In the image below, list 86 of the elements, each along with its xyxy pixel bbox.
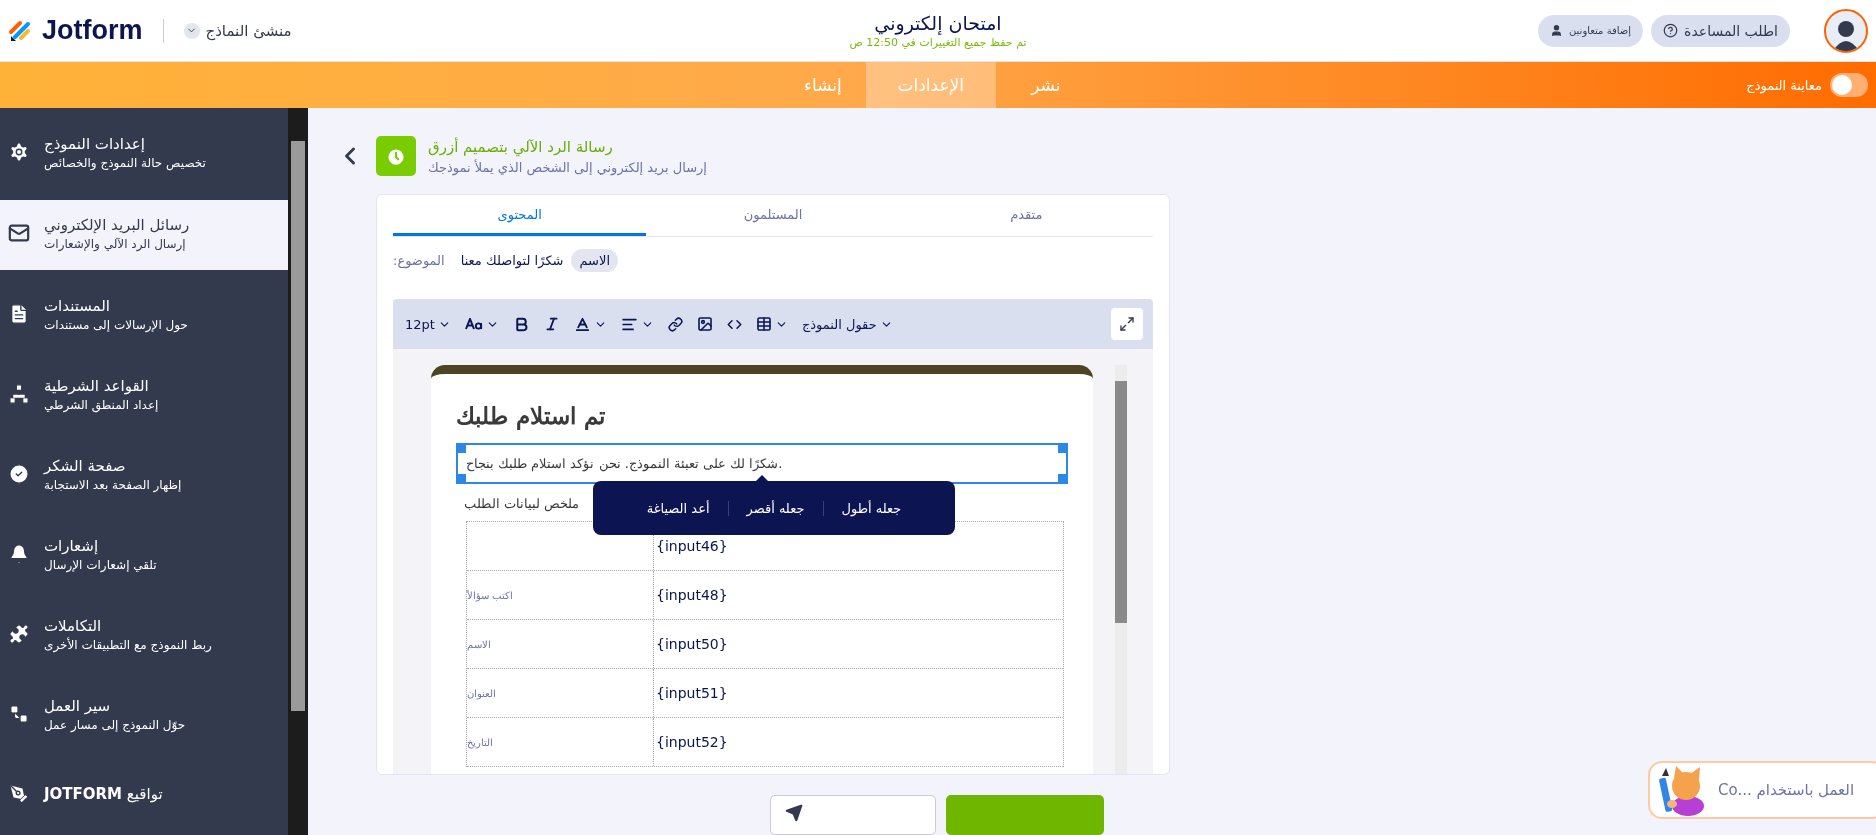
- help-button[interactable]: اطلب المساعدة: [1651, 14, 1790, 47]
- sidebar-item-title: إشعارات: [44, 536, 99, 555]
- subject-text: شكرًا لتواصلك معنا: [460, 252, 564, 268]
- expand-icon: [1119, 316, 1135, 332]
- sidebar-item[interactable]: المستندات حول الإرسالات إلى مستندات: [0, 276, 288, 356]
- table-cell-text: {input48}: [655, 586, 729, 605]
- sidebar-item-subtitle: ربط النموذج مع التطبيقات الأخرى: [44, 637, 212, 652]
- table-cell-text: {input50}: [655, 635, 729, 654]
- scrollbar-thumb[interactable]: [1115, 381, 1127, 623]
- add-collaborators-button[interactable]: إضافة متعاونين: [1537, 14, 1644, 47]
- sidebar-item[interactable]: إشعارات تلقي إشعارات الإرسال: [0, 516, 288, 596]
- help-icon: [1663, 23, 1679, 38]
- preview-heading: تم استلام طلبك: [456, 402, 606, 429]
- summary-heading: ملخص لبيانات الطلب: [463, 496, 580, 511]
- sidebar-item-title: سير العمل: [44, 696, 111, 715]
- email-subtitle: إرسال بريد إلكتروني إلى الشخص الذي يملأ نموذجك: [428, 159, 707, 175]
- field-chip[interactable]: الاسم: [571, 248, 619, 272]
- logo-text[interactable]: Jotform: [42, 15, 143, 46]
- table-cell-text: {input51}: [655, 684, 729, 703]
- table-cell-text: {input52}: [655, 733, 729, 752]
- sidebar-item[interactable]: القواعد الشرطية إعداد المنطق الشرطي: [0, 356, 288, 436]
- sidebar-item-subtitle: حوّل النموذج إلى مسار عمل: [44, 717, 186, 732]
- popup-action[interactable]: جعله أطول: [822, 500, 920, 516]
- workflow-icon: [8, 703, 30, 725]
- resize-handle[interactable]: [456, 443, 466, 453]
- sidebar-item-title: التكاملات: [44, 616, 102, 635]
- sidebar-item-title: المستندات: [44, 296, 110, 315]
- bell-icon: [8, 543, 30, 565]
- sidebar-item-subtitle: حول الإرسالات إلى مستندات: [44, 317, 188, 332]
- sidebar-item[interactable]: صفحة الشكر إظهار الصفحة بعد الاستجابة: [0, 436, 288, 516]
- font-size-dropdown[interactable]: 12pt: [403, 316, 453, 332]
- popup-action[interactable]: جعله أقصر: [727, 500, 823, 516]
- person-silhouette-icon: [1833, 18, 1859, 51]
- sidebar-item[interactable]: التكاملات ربط النموذج مع التطبيقات الأخرى: [0, 596, 288, 676]
- table-icon: [755, 316, 772, 332]
- product-menu[interactable]: منشئ النماذج: [183, 21, 292, 40]
- form-title: امتحان إلكتروني: [874, 12, 1002, 34]
- sidebar-item-title: إعدادات النموذج: [44, 134, 145, 153]
- scrollbar-thumb[interactable]: [291, 141, 305, 711]
- field-label: اكتب سؤالاً: [467, 589, 514, 601]
- sidebar-item-title: صفحة الشكر: [44, 456, 126, 475]
- pen-icon: [8, 783, 30, 805]
- resize-handle[interactable]: [1058, 474, 1068, 484]
- sidebar-item[interactable]: رسائل البريد الإلكتروني إرسال الرد الآلي والإشعارات: [0, 200, 288, 270]
- subject-label: الموضوع:: [393, 252, 445, 268]
- form-fields-dropdown[interactable]: حقول النموذج: [799, 316, 895, 332]
- sidebar-item-title: القواعد الشرطية: [44, 376, 149, 395]
- link-button[interactable]: [665, 316, 685, 332]
- resize-handle[interactable]: [1058, 443, 1068, 453]
- sidebar-item-subtitle: إظهار الصفحة بعد الاستجابة: [44, 477, 182, 492]
- settings-icon: [8, 141, 30, 163]
- expand-button[interactable]: [1111, 308, 1143, 340]
- sidebar-item[interactable]: إعدادات النموذج تخصيص حالة النموذج والخصائص: [0, 114, 288, 194]
- save-status: تم حفظ جميع التغييرات في 12:50 ص: [849, 36, 1027, 49]
- sidebar-item[interactable]: سير العمل حوّل النموذج إلى مسار عمل: [0, 676, 288, 756]
- preview-toggle[interactable]: [1830, 73, 1868, 97]
- sidebar-item-subtitle: تخصيص حالة النموذج والخصائص: [44, 155, 206, 170]
- sidebar-item-subtitle: تلقي إشعارات الإرسال: [44, 557, 157, 572]
- content-tab[interactable]: المستلمون: [646, 195, 900, 236]
- content-tab[interactable]: المحتوى: [393, 195, 647, 236]
- font-icon: [464, 318, 483, 330]
- popup-action[interactable]: أعد الصياغة: [628, 500, 728, 516]
- send-icon: [785, 804, 803, 822]
- field-label: التاريخ: [467, 736, 493, 748]
- assistant-button[interactable]: Co... العمل باستخدام: [1648, 761, 1876, 819]
- sidebar-item-subtitle: إرسال الرد الآلي والإشعارات: [44, 236, 186, 251]
- preview-label: معاينة النموذج: [1746, 77, 1822, 93]
- mail-icon: [8, 222, 30, 244]
- avatar[interactable]: [1824, 8, 1868, 53]
- table-cell-text: {input46}: [655, 537, 729, 556]
- email-title: رسالة الرد الآلي بتصميم أزرق: [428, 137, 614, 156]
- field-label: الاسم: [467, 638, 491, 650]
- field-label: العنوان: [467, 687, 496, 699]
- text-color-icon: [573, 315, 591, 333]
- hierarchy-icon: [8, 383, 30, 405]
- link-icon: [667, 316, 683, 332]
- paragraph-text: شكرًا لك على تعبئة النموذج. نحن نؤكد استلام طلبك بنجاح.: [466, 456, 783, 471]
- sidebar-item-subtitle: إعداد المنطق الشرطي: [44, 397, 159, 412]
- assistant-text: Co... العمل باستخدام: [1718, 781, 1855, 799]
- sidebar-item-title: رسائل البريد الإلكتروني: [44, 215, 190, 234]
- image-icon: [696, 316, 713, 332]
- puzzle-icon: [8, 623, 30, 645]
- content-tab[interactable]: متقدم: [899, 195, 1153, 236]
- resize-handle[interactable]: [456, 474, 466, 484]
- check-circle-icon: [8, 463, 30, 485]
- user-icon: [1549, 24, 1563, 37]
